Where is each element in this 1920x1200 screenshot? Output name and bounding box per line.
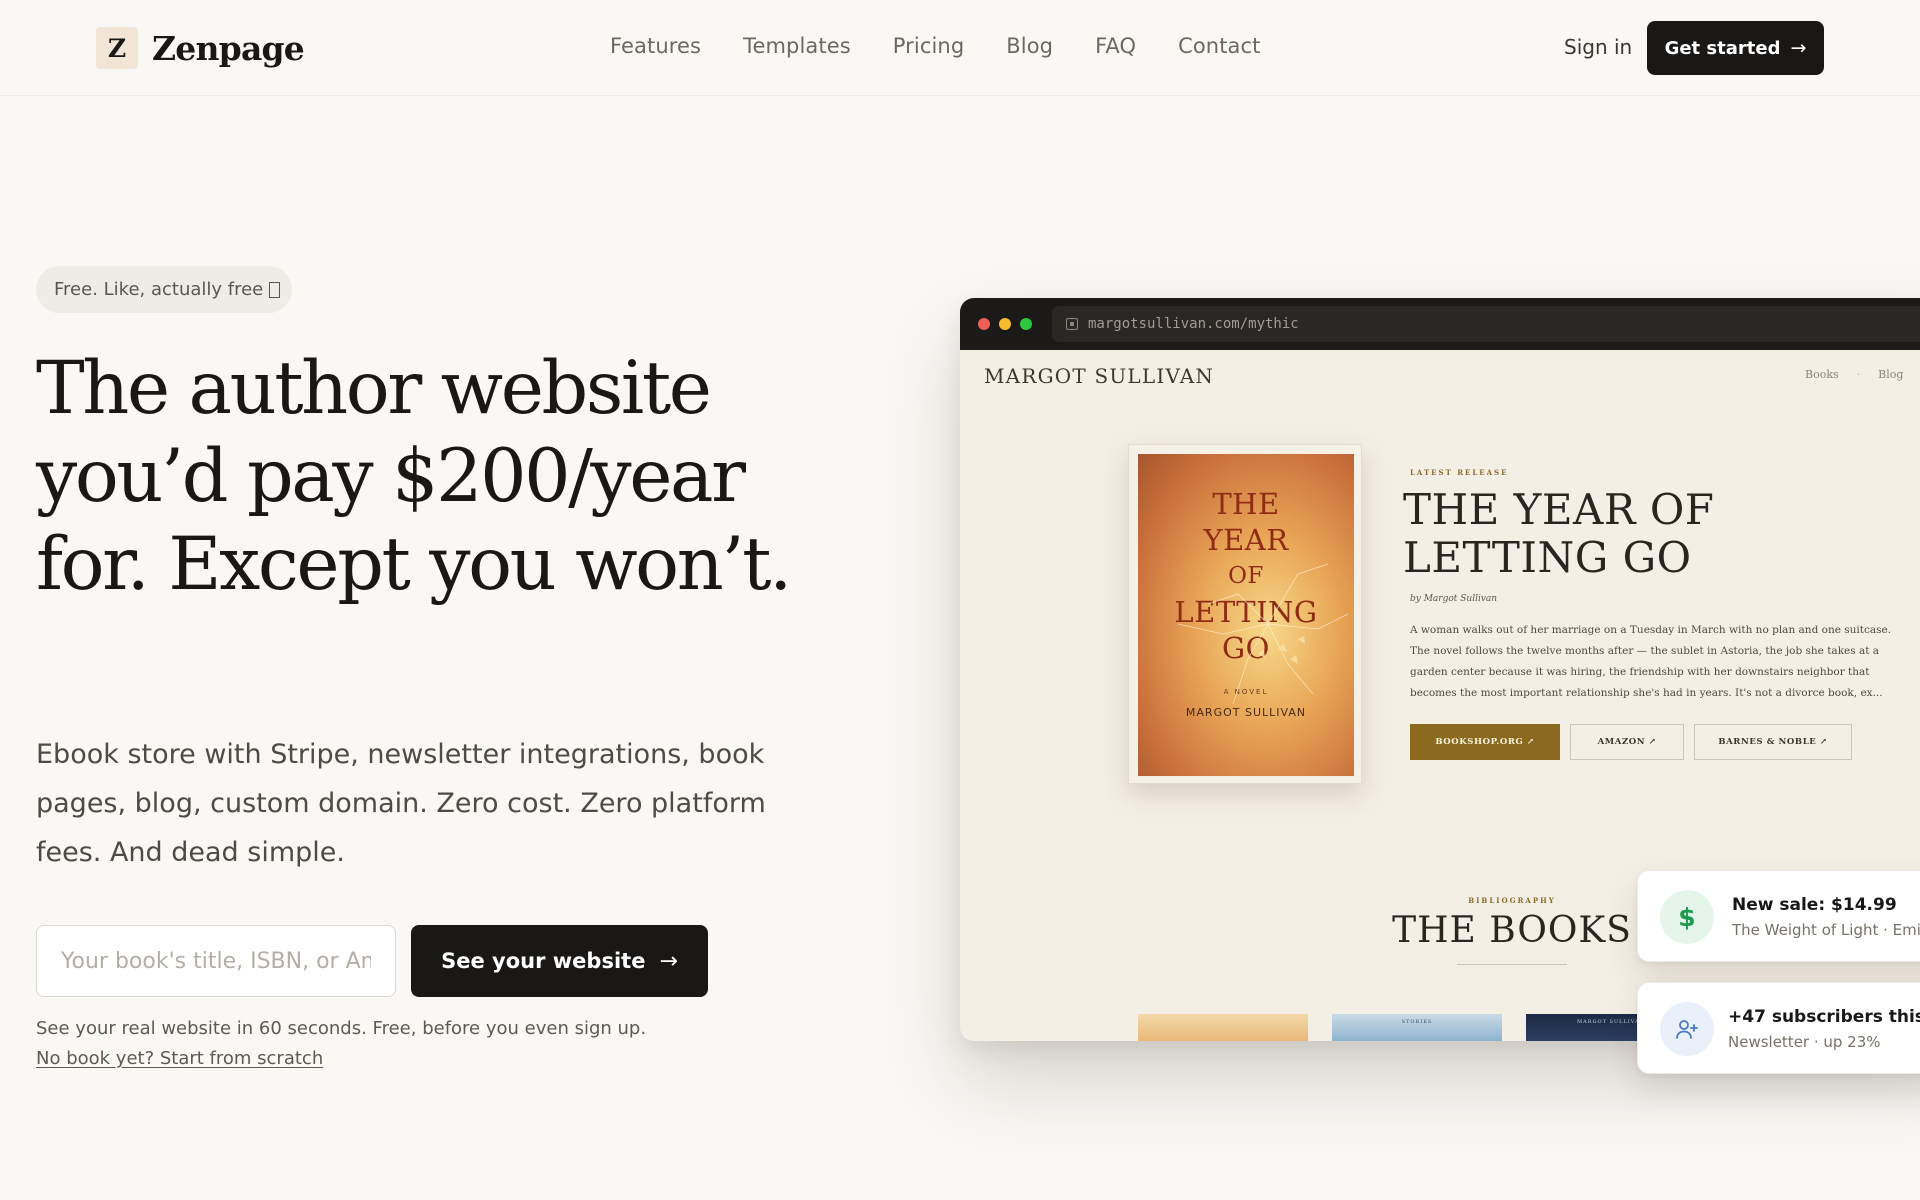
- user-plus-icon: [1660, 1002, 1714, 1056]
- minimize-dot-icon: [999, 318, 1011, 330]
- thumb-label: [1138, 1014, 1308, 1019]
- hero-headline: The author website you’d pay $200/year f…: [36, 346, 792, 607]
- subscribers-title: +47 subscribers this week: [1728, 1007, 1920, 1027]
- book-search-input[interactable]: [36, 925, 396, 997]
- url-bar: margotsullivan.com/mythic: [1052, 306, 1920, 342]
- nav-link-faq[interactable]: FAQ: [1095, 34, 1136, 58]
- nav-links: Features Templates Pricing Blog FAQ Cont…: [610, 34, 1260, 58]
- thumb-label: STORIES: [1401, 1019, 1433, 1025]
- subscribers-detail: Newsletter · up 23%: [1728, 1033, 1881, 1051]
- hero-subhead: Ebook store with Stripe, newsletter inte…: [36, 739, 766, 868]
- logo-text: Zenpage: [152, 28, 305, 68]
- free-badge: Free. Like, actually free: [36, 266, 292, 313]
- maximize-dot-icon: [1020, 318, 1032, 330]
- helper-text: See your real website in 60 seconds. Fre…: [36, 1018, 647, 1039]
- sign-in-link[interactable]: Sign in: [1564, 35, 1632, 59]
- book-title-heading: THE YEAR OF LETTING GO: [1403, 485, 1715, 582]
- url-text: margotsullivan.com/mythic: [1088, 316, 1299, 332]
- barnes-noble-button: BARNES & NOBLE ↗: [1694, 724, 1852, 760]
- missing-glyph-icon: [269, 281, 281, 298]
- site-nav-books: Books: [1805, 368, 1839, 381]
- nav-link-features[interactable]: Features: [610, 34, 701, 58]
- nav-link-pricing[interactable]: Pricing: [893, 34, 964, 58]
- top-nav: Z Zenpage Features Templates Pricing Blo…: [0, 0, 1920, 96]
- divider: [1457, 964, 1567, 965]
- get-started-button[interactable]: Get started →: [1647, 21, 1824, 75]
- nav-separator: ·: [1856, 368, 1861, 381]
- see-website-label: See your website: [441, 949, 646, 973]
- amazon-button: AMAZON ↗: [1570, 724, 1684, 760]
- browser-titlebar: margotsullivan.com/mythic: [960, 298, 1920, 350]
- nav-link-templates[interactable]: Templates: [743, 34, 851, 58]
- site-info-icon: [1066, 318, 1078, 330]
- buy-buttons: BOOKSHOP.ORG ↗ AMAZON ↗ BARNES & NOBLE ↗: [1410, 724, 1852, 760]
- bookshop-button: BOOKSHOP.ORG ↗: [1410, 724, 1560, 760]
- site-nav-blog: Blog: [1878, 368, 1904, 381]
- logo[interactable]: Z Zenpage: [96, 27, 305, 69]
- arrow-right-icon: →: [659, 948, 678, 974]
- see-website-button[interactable]: See your website →: [411, 925, 708, 997]
- book-cover: THE YEAR OF LETTING GO A NOVEL MARGOT SU…: [1138, 454, 1354, 776]
- nav-link-contact[interactable]: Contact: [1178, 34, 1260, 58]
- book-thumbnail: [1138, 1014, 1308, 1041]
- get-started-label: Get started: [1664, 37, 1781, 59]
- nav-link-blog[interactable]: Blog: [1006, 34, 1053, 58]
- book-cover-frame: THE YEAR OF LETTING GO A NOVEL MARGOT SU…: [1128, 444, 1362, 784]
- start-from-scratch-link[interactable]: No book yet? Start from scratch: [36, 1048, 323, 1069]
- site-brand: MARGOT SULLIVAN: [984, 364, 1215, 388]
- sale-title: New sale: $14.99: [1732, 895, 1897, 915]
- book-thumbnail: STORIES: [1332, 1014, 1502, 1041]
- arrow-right-icon: →: [1790, 37, 1807, 59]
- sale-detail: The Weight of Light · Emily: [1732, 921, 1920, 939]
- book-byline: by Margot Sullivan: [1410, 594, 1498, 604]
- site-nav: Books · Blog: [1805, 368, 1903, 381]
- book-blurb: A woman walks out of her marriage on a T…: [1410, 624, 1892, 699]
- cracked-glass-icon: [1177, 563, 1349, 705]
- dollar-icon: $: [1660, 890, 1714, 944]
- close-dot-icon: [978, 318, 990, 330]
- logo-mark: Z: [96, 27, 138, 69]
- new-sale-notification: $ New sale: $14.99 The Weight of Light ·…: [1637, 870, 1920, 962]
- subscribers-notification: +47 subscribers this week Newsletter · u…: [1637, 982, 1920, 1074]
- free-badge-label: Free. Like, actually free: [54, 279, 264, 300]
- latest-release-label: LATEST RELEASE: [1410, 468, 1509, 477]
